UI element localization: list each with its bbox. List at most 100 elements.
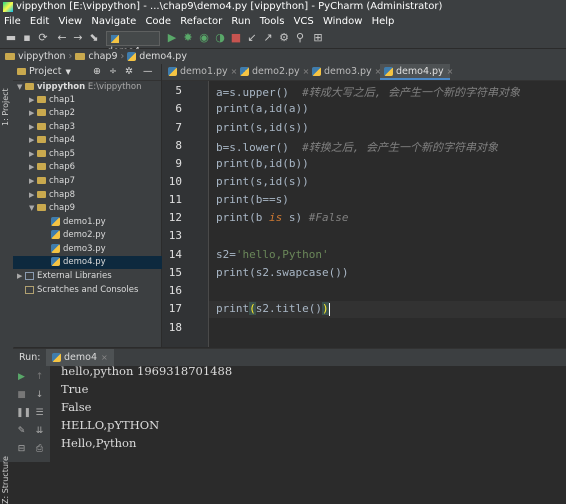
tab-demo4-active[interactable]: demo4.py × <box>380 64 453 80</box>
tree-folder[interactable]: ▶ chap2 <box>13 107 177 120</box>
menu-file[interactable]: File <box>4 16 21 27</box>
collapse-all-icon[interactable]: ÷ <box>109 64 117 80</box>
run-console[interactable]: hello,python 1969318701488 True False HE… <box>51 366 566 462</box>
open-folder-icon[interactable]: ▬ <box>5 32 17 44</box>
run-config-select[interactable]: demo4▼ <box>106 31 160 57</box>
menu-tools[interactable]: Tools <box>260 16 285 27</box>
menu-view[interactable]: View <box>58 16 82 27</box>
tab-label: demo1.py <box>180 66 228 77</box>
rerun-icon[interactable]: ▶ <box>16 372 27 383</box>
tree-folder[interactable]: ▶ chap6 <box>13 161 177 174</box>
tree-scratches[interactable]: Scratches and Consoles <box>13 284 173 297</box>
vcs-update-icon[interactable]: ↙ <box>246 32 258 44</box>
tree-folder[interactable]: ▼ chap9 <box>13 202 177 215</box>
tree-folder-label: chap7 <box>49 176 76 186</box>
run-tab[interactable]: demo4 × <box>46 349 114 366</box>
build-icon[interactable]: ⬊ <box>88 32 100 44</box>
python-file-icon <box>51 257 60 266</box>
tree-folder[interactable]: ▶ chap4 <box>13 134 177 147</box>
line-number: 15 <box>168 266 182 279</box>
menu-run[interactable]: Run <box>231 16 250 27</box>
collapsed-arrow-icon: ▶ <box>29 163 35 171</box>
pause-icon[interactable]: ❚❚ <box>16 408 31 419</box>
tree-root[interactable]: ▼ vippython E:\vippython <box>13 81 165 94</box>
run-toolbar-left: ▶ ■ ❚❚ ✎ ⊟ <box>13 366 31 462</box>
collapsed-arrow-icon: ▶ <box>29 177 35 185</box>
tab-label: demo3.py <box>324 66 372 77</box>
scroll-to-end-icon[interactable]: ⇊ <box>34 426 45 437</box>
coverage-icon[interactable]: ◉ <box>198 32 210 44</box>
structure-tool-tab-label: Z: Structure <box>1 456 10 504</box>
back-arrow-icon[interactable]: ← <box>56 32 68 44</box>
up-arrow-icon[interactable]: ↑ <box>34 372 45 383</box>
gear-icon[interactable]: ✲ <box>125 64 133 80</box>
tree-folder[interactable]: ▶ chap5 <box>13 148 177 161</box>
tab-demo2[interactable]: demo2.py × <box>236 64 309 80</box>
menu-window[interactable]: Window <box>323 16 362 27</box>
menu-navigate[interactable]: Navigate <box>91 16 136 27</box>
tree-external-libraries[interactable]: ▶ External Libraries <box>13 270 165 283</box>
layout-icon[interactable]: ⊟ <box>16 444 27 455</box>
profile-icon[interactable]: ◑ <box>214 32 226 44</box>
collapsed-arrow-icon: ▶ <box>29 150 35 158</box>
hide-panel-icon[interactable]: — <box>143 64 153 80</box>
tree-external-label: External Libraries <box>37 271 112 281</box>
menu-code[interactable]: Code <box>145 16 171 27</box>
python-file-icon <box>51 230 60 239</box>
search-icon[interactable]: ⚲ <box>294 32 306 44</box>
project-panel-title[interactable]: Project <box>29 66 62 77</box>
tab-demo3[interactable]: demo3.py × <box>308 64 381 80</box>
stop-icon[interactable]: ■ <box>16 390 27 401</box>
tree-folder-label: chap3 <box>49 122 76 132</box>
soft-wrap-icon[interactable]: ☰ <box>34 408 45 419</box>
down-arrow-icon[interactable]: ↓ <box>34 390 45 401</box>
line-number: 16 <box>168 284 182 297</box>
run-icon[interactable]: ▶ <box>166 32 178 44</box>
tree-folder-label: chap8 <box>49 190 76 200</box>
python-file-icon <box>168 67 177 76</box>
python-console-icon[interactable]: ⊞ <box>312 32 324 44</box>
tree-scratches-label: Scratches and Consoles <box>37 285 139 295</box>
collapsed-arrow-icon: ▶ <box>29 123 35 131</box>
stop-icon[interactable]: ■ <box>230 32 242 44</box>
tab-demo1[interactable]: demo1.py × <box>164 64 237 80</box>
settings-icon[interactable]: ⚙ <box>278 32 290 44</box>
tree-folder[interactable]: ▶ chap3 <box>13 121 177 134</box>
code-line: print(b==s) <box>216 193 289 206</box>
project-tool-tab-label: 1: Project <box>1 88 10 126</box>
pin-icon[interactable]: ✎ <box>16 426 27 437</box>
menu-edit[interactable]: Edit <box>30 16 49 27</box>
breadcrumb-separator-icon: › <box>68 51 73 62</box>
window-title: vippython [E:\vippython] - ...\chap9\dem… <box>16 1 443 12</box>
line-number: 12 <box>168 211 182 224</box>
sync-icon[interactable]: ⟳ <box>37 32 49 44</box>
breadcrumb-file[interactable]: demo4.py <box>139 51 187 62</box>
tree-folder[interactable]: ▶ chap7 <box>13 175 177 188</box>
print-icon[interactable]: ⎙ <box>34 444 45 455</box>
chevron-down-icon[interactable]: ▼ <box>66 68 71 76</box>
target-icon[interactable]: ⊕ <box>93 64 101 80</box>
menu-help[interactable]: Help <box>372 16 395 27</box>
save-icon[interactable]: ▪ <box>21 32 33 44</box>
debug-icon[interactable]: ✸ <box>182 32 194 44</box>
tree-folder[interactable]: ▶ chap1 <box>13 94 177 107</box>
breadcrumb: vippython › chap9 › demo4.py <box>0 49 566 64</box>
folder-icon <box>17 68 26 75</box>
forward-arrow-icon[interactable]: → <box>72 32 84 44</box>
line-number: 6 <box>175 102 182 115</box>
code-editor[interactable]: a=s.upper() #转成大写之后, 会产生一个新的字符串对象 print(… <box>209 81 566 347</box>
close-icon[interactable]: × <box>101 353 108 362</box>
breadcrumb-project[interactable]: vippython <box>18 51 66 62</box>
menu-refactor[interactable]: Refactor <box>180 16 222 27</box>
line-number: 7 <box>175 121 182 134</box>
menu-vcs[interactable]: VCS <box>294 16 314 27</box>
tree-file-label: demo4.py <box>63 257 106 267</box>
vcs-commit-icon[interactable]: ↗ <box>262 32 274 44</box>
tree-folder[interactable]: ▶ chap8 <box>13 189 177 202</box>
close-icon[interactable]: × <box>447 67 454 76</box>
breadcrumb-folder[interactable]: chap9 <box>88 51 117 62</box>
line-number: 11 <box>168 193 182 206</box>
collapsed-arrow-icon: ▶ <box>29 96 35 104</box>
code-line: a=s.upper() #转成大写之后, 会产生一个新的字符串对象 <box>216 86 520 99</box>
line-number: 10 <box>168 175 182 188</box>
